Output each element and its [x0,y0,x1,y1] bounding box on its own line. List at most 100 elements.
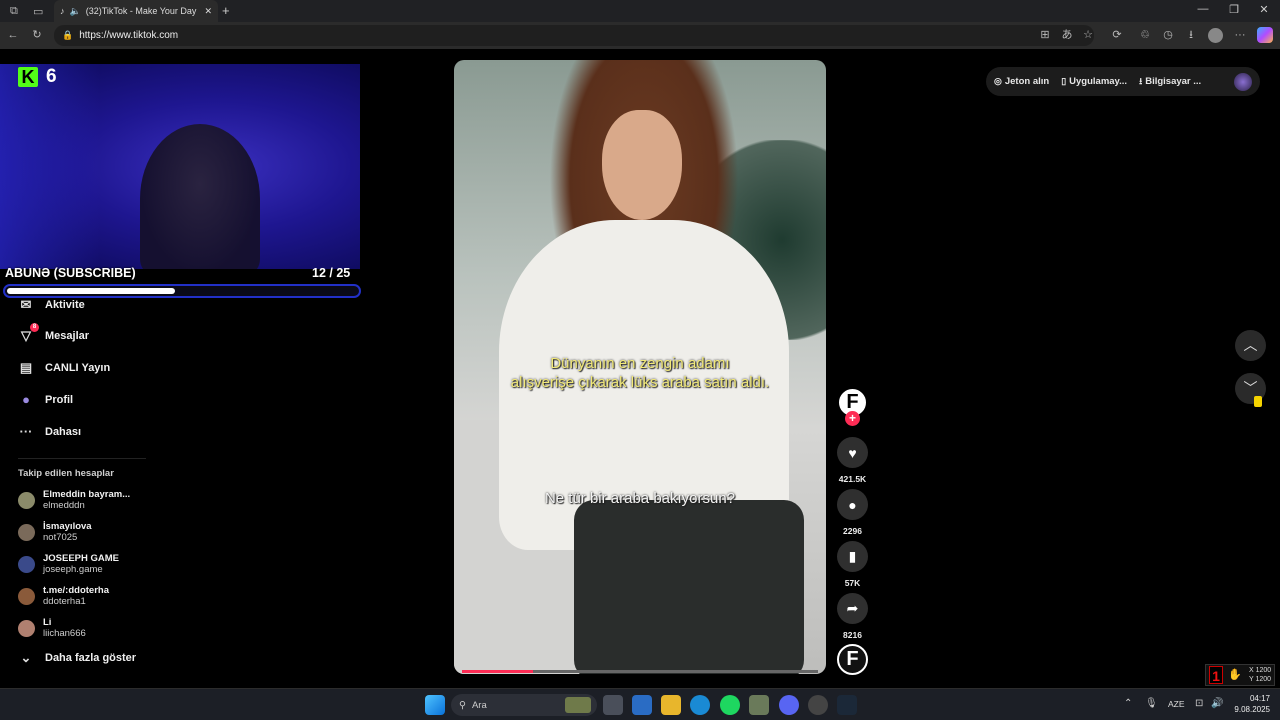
account-name: t.me/:ddoterha [43,585,109,596]
edge-icon[interactable] [690,695,710,715]
network-icon[interactable]: ⊡ [1195,698,1203,709]
download-icon: ⭳ [1139,75,1143,86]
sidebar-item-label: CANLI Yayın [45,362,111,374]
video-subtitle-line3: Ne tür bir araba bakıyorsun? [544,490,736,507]
taskbar-search[interactable]: ⚲ Ara [451,694,597,716]
read-aloud-icon[interactable]: あ [1060,28,1074,42]
sidebar-item-profile[interactable]: ● Profil [18,389,73,411]
save-button[interactable]: ▮ [837,541,868,572]
tray-overflow-icon[interactable]: ⌃ [1124,698,1132,709]
refresh-icon[interactable]: ↻ [30,28,44,42]
start-button[interactable] [425,695,445,715]
sidebar-item-live[interactable]: ▤ CANLI Yayın [18,357,110,379]
user-avatar[interactable] [1234,72,1252,91]
messages-icon: ▽ 8 [18,323,39,344]
address-bar-row: ← ↻ 🔒 https://www.tiktok.com ⊞ あ ☆ ⟳ ♲ ◷… [0,22,1280,49]
language-indicator[interactable]: AZE [1168,699,1185,709]
url-field[interactable]: 🔒 https://www.tiktok.com [54,25,1094,46]
speaker-icon[interactable]: 🔈 [70,6,81,17]
followed-account[interactable]: Li liichan666 [18,614,86,642]
search-highlight-image [565,697,591,713]
downloads-icon[interactable]: ⭳ [1184,28,1198,42]
tab-actions-icon[interactable]: ▭ [33,5,43,18]
mouse-coordinates: X 1200 Y 1200 [1249,667,1272,683]
spotify-icon[interactable] [720,695,740,715]
coin-icon: ◎ [994,76,1002,86]
minimize-button[interactable]: — [1195,3,1211,15]
game-icon[interactable] [749,695,769,715]
discord-icon[interactable] [779,695,799,715]
extensions-icon[interactable]: ⟳ [1110,28,1124,42]
follow-plus-button[interactable]: + [845,411,860,426]
more-dots-icon: ··· [19,424,33,439]
video-subtitle-line1: Dünyanın en zengin adamı [550,355,730,372]
tab-close-icon[interactable]: ✕ [204,6,218,17]
followed-account[interactable]: Elmeddin bayram... elmedddn [18,486,130,514]
sidebar-item-label: Aktivite [45,299,85,311]
close-button[interactable]: ✕ [1256,3,1272,16]
profile-avatar-icon: ● [22,392,30,407]
taskbar-clock[interactable]: 04:17 9.08.2025 [1226,693,1270,715]
account-avatar [18,587,35,605]
account-handle: joseeph.game [43,564,103,575]
copilot-icon[interactable] [1257,27,1273,43]
video-progress-bar[interactable] [462,670,818,673]
show-more-button[interactable]: ⌄ Daha fazla göster [18,647,137,669]
favorite-star-icon[interactable]: ☆ [1081,28,1095,42]
sidebar-item-more[interactable]: ··· Dahası [18,421,82,443]
account-avatar [18,523,35,541]
volume-icon[interactable]: 🔊 [1211,698,1223,709]
tiktok-favicon-icon: ♪ [60,6,65,16]
site-info-icon[interactable]: 🔒 [62,30,73,41]
live-tv-icon: ▤ [19,360,33,375]
profile-avatar[interactable] [1208,28,1223,43]
maximize-button[interactable]: ❐ [1226,3,1242,16]
more-options-icon[interactable]: ··· [1233,28,1247,42]
sidebar-item-activity[interactable]: ✉ Aktivite [18,294,85,316]
following-accounts-title: Takip edilen hesaplar [18,468,114,479]
task-view-icon[interactable] [603,695,623,715]
widgets-icon[interactable] [632,695,652,715]
account-avatar [18,619,35,637]
subscribe-goal-label: ABUNƏ (SUBSCRIBE) [5,266,136,280]
inbox-icon: ✉ [20,297,32,312]
bookmark-icon: ▮ [848,548,857,564]
followed-account[interactable]: İsmayılova not7025 [18,518,92,546]
followed-account[interactable]: JOSEEPH GAME joseeph.game [18,550,119,578]
microphone-icon[interactable]: 🎙 [1145,698,1158,709]
followed-account[interactable]: t.me/:ddoterha ddoterha1 [18,582,109,610]
account-avatar [18,555,35,573]
workspaces-icon[interactable]: ⧉ [10,5,18,18]
back-icon[interactable]: ← [6,28,20,42]
share-button[interactable]: ➦ [837,593,868,624]
comment-button[interactable]: ● [837,489,868,520]
share-count: 8216 [843,630,862,640]
previous-video-button[interactable]: ︿ [1235,330,1266,361]
sound-disc[interactable]: F [837,644,868,675]
sidebar-item-messages[interactable]: ▽ 8 Mesajlar [18,323,89,347]
history-icon[interactable]: ◷ [1161,28,1175,42]
app-icon[interactable] [808,695,828,715]
like-button[interactable]: ♥ [837,437,868,468]
desktop-app-button[interactable]: ⭳ Bilgisayar ... [1139,74,1201,90]
tab-tiktok[interactable]: ♪ 🔈 (32)TikTok - Make Your Day ✕ [54,0,218,22]
steam-icon[interactable] [837,695,857,715]
favorites-icon[interactable]: ♲ [1138,28,1152,42]
chevron-down-icon: ﹀ [1243,380,1258,396]
sidebar-item-label: Dahası [45,426,82,438]
phone-icon: ▯ [1061,76,1067,86]
chevron-down-icon: ⌄ [20,650,32,665]
account-name: Li [43,617,52,628]
overlay-number: 1 [1209,666,1223,684]
new-tab-button[interactable]: + [222,3,230,18]
app-available-icon[interactable]: ⊞ [1038,28,1052,42]
account-handle: elmedddn [43,500,85,511]
get-app-button[interactable]: ▯ Uygulamay... [1061,76,1127,87]
search-placeholder: Ara [471,699,487,711]
file-explorer-icon[interactable] [661,695,681,715]
get-coins-button[interactable]: ◎ Jeton alın [994,76,1049,87]
kick-viewer-count: 6 [46,66,57,87]
heart-icon: ♥ [848,444,857,461]
account-handle: not7025 [43,532,78,543]
sidebar-item-label: Profil [45,394,74,406]
